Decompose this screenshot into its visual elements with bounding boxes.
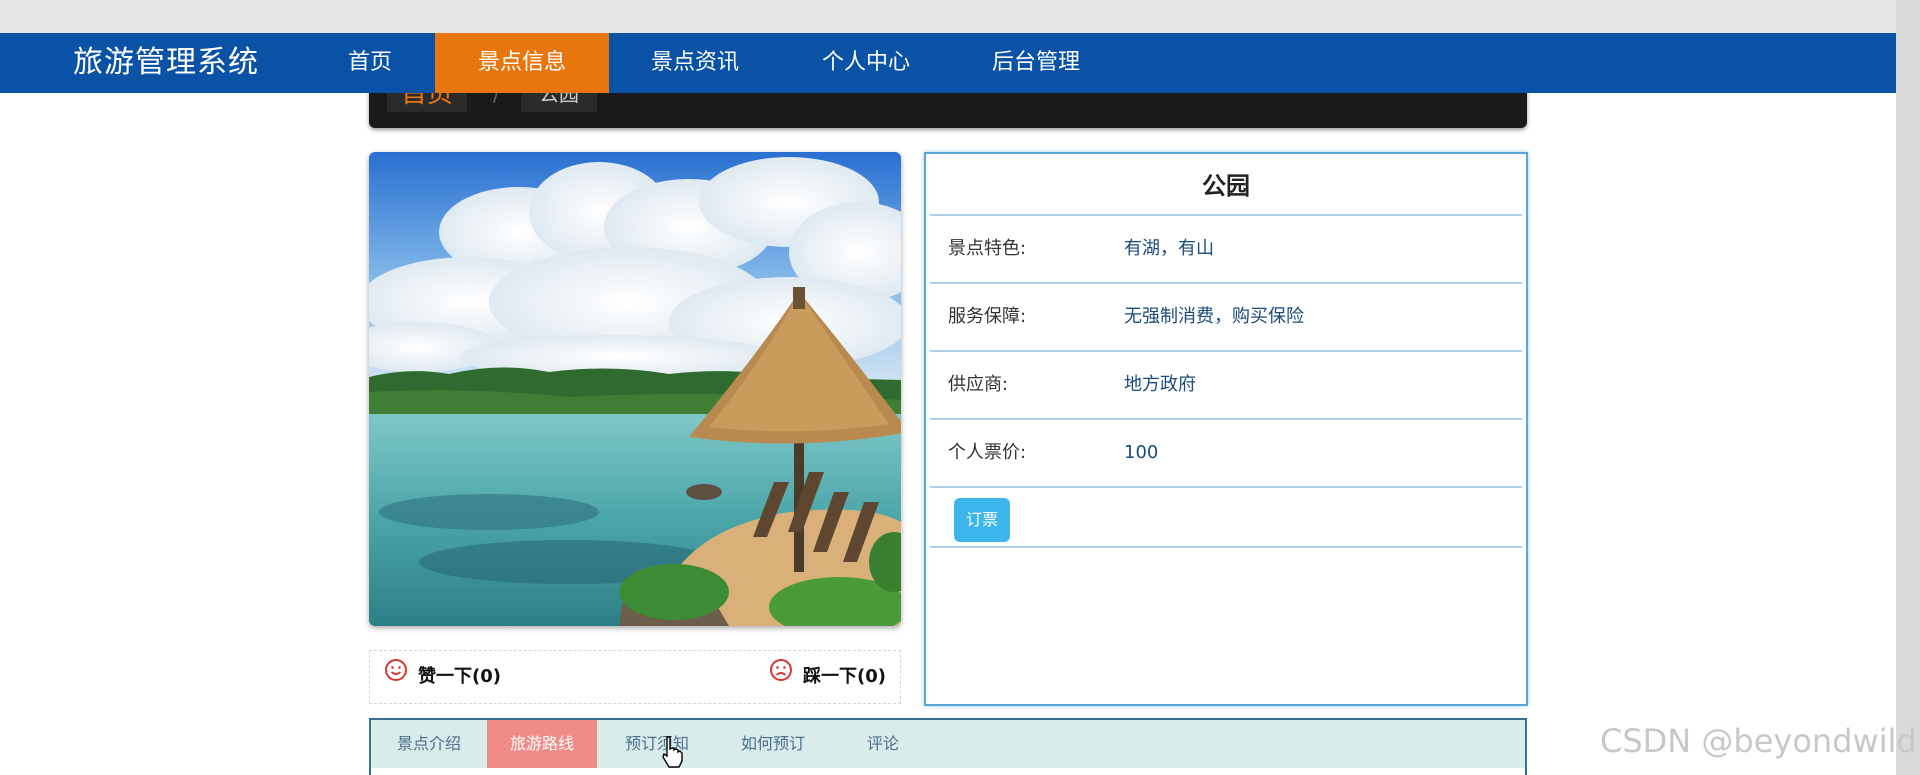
info-value: 地方政府 [1124,374,1196,395]
info-row-price: 个人票价: 100 [930,420,1522,488]
like-label: 赞一下(0) [418,666,501,687]
smile-icon [384,651,408,703]
info-label: 景点特色: [948,238,1027,259]
info-value: 有湖，有山 [1124,238,1214,259]
attraction-photo [369,152,901,626]
info-value: 100 [1124,442,1159,463]
nav-item-attractions[interactable]: 景点信息 [435,33,609,93]
tropical-lake-image [369,152,901,626]
info-value: 无强制消费，购买保险 [1124,306,1304,327]
info-row-actions: 订票 [930,488,1522,548]
scrollbar-track[interactable] [1896,0,1920,775]
site-brand[interactable]: 旅游管理系统 [73,33,259,93]
tab-comments[interactable]: 评论 [835,720,931,768]
vote-bar: 赞一下(0) 踩一下(0) [369,650,901,704]
watermark: CSDN @beyondwild [1600,722,1917,760]
like-button[interactable]: 赞一下(0) [384,651,501,703]
detail-tabs-panel: 景点介绍 旅游路线 预订须知 如何预订 评论 [369,718,1527,775]
tab-how-to-book[interactable]: 如何预订 [717,720,829,768]
nav-item-news[interactable]: 景点资讯 [609,33,781,93]
info-row-service: 服务保障: 无强制消费，购买保险 [930,284,1522,352]
dislike-label: 踩一下(0) [803,666,886,687]
tab-booking-notes[interactable]: 预订须知 [603,720,711,768]
nav-item-admin[interactable]: 后台管理 [951,33,1121,93]
top-navbar: 旅游管理系统 首页 景点信息 景点资讯 个人中心 后台管理 [0,33,1896,93]
attraction-info-panel: 公园 景点特色: 有湖，有山 服务保障: 无强制消费，购买保险 供应商: 地方政… [924,152,1528,706]
info-label: 服务保障: [948,306,1027,327]
dislike-button[interactable]: 踩一下(0) [769,651,886,703]
browser-top-strip [0,0,1920,33]
frown-icon [769,651,793,703]
hand-cursor-icon [661,735,683,773]
tab-travel-route[interactable]: 旅游路线 [487,720,597,768]
info-label: 个人票价: [948,442,1027,463]
info-row-supplier: 供应商: 地方政府 [930,352,1522,420]
tab-strip: 景点介绍 旅游路线 预订须知 如何预订 评论 [371,720,1525,768]
nav-item-home[interactable]: 首页 [310,33,430,93]
nav-item-personal-center[interactable]: 个人中心 [781,33,951,93]
info-label: 供应商: [948,374,1009,395]
attraction-name: 公园 [930,158,1522,216]
info-row-features: 景点特色: 有湖，有山 [930,216,1522,284]
book-ticket-button[interactable]: 订票 [954,498,1010,542]
tab-introduction[interactable]: 景点介绍 [377,720,481,768]
